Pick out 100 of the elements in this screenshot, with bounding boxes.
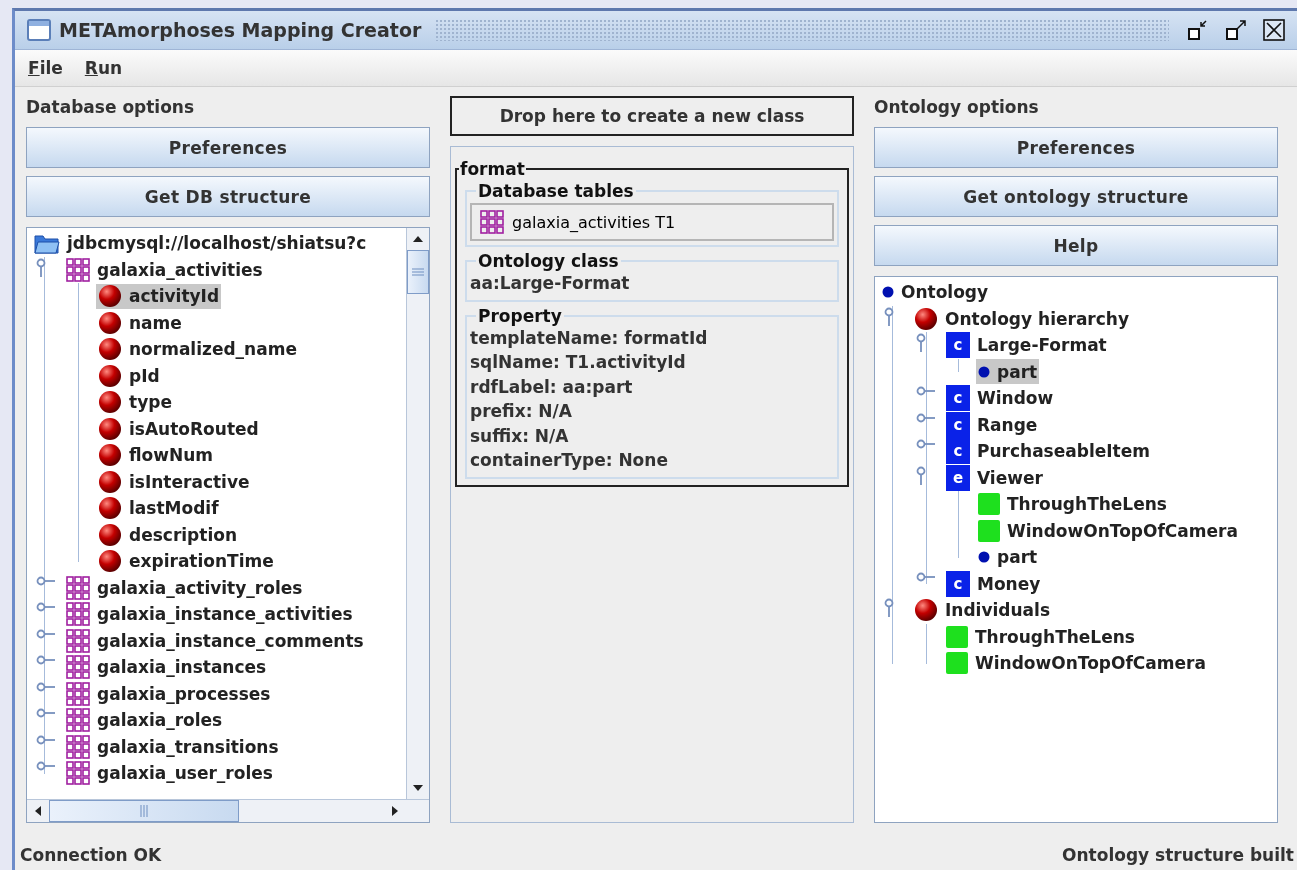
grip-icon (140, 805, 148, 817)
tree-item[interactable]: ThroughTheLens (976, 491, 1169, 517)
square-icon (978, 519, 1000, 542)
tree-item[interactable]: flowNum (96, 442, 216, 468)
ball-icon (98, 522, 122, 547)
tree-item[interactable]: Ontology hierarchy (912, 306, 1131, 332)
ball-icon (98, 443, 122, 468)
tree-item[interactable]: galaxia_user_roles (64, 760, 275, 786)
tree-item[interactable]: WindowOnTopOfCamera (944, 650, 1208, 676)
table-icon (66, 761, 90, 786)
tree-item[interactable]: e Viewer (944, 465, 1045, 491)
ball-icon (98, 363, 122, 388)
tree-item[interactable]: galaxia_instance_comments (64, 628, 366, 654)
property-line: suffix: N/A (470, 424, 570, 448)
panel-button[interactable]: Get ontology structure (874, 176, 1278, 217)
dot-icon (978, 365, 990, 378)
tree-item[interactable]: WindowOnTopOfCamera (976, 518, 1240, 544)
table-icon (66, 575, 90, 600)
tree-item[interactable]: description (96, 522, 239, 548)
ball-icon (98, 337, 122, 362)
tree-item[interactable]: part (976, 544, 1040, 570)
tree-item[interactable]: galaxia_roles (64, 707, 225, 733)
tree-item[interactable]: normalized_name (96, 336, 299, 362)
group-title: Property (477, 305, 563, 326)
tree-item[interactable]: c Window (944, 385, 1056, 411)
group-title: Database tables (477, 181, 635, 201)
tree-item[interactable]: jdbcmysql://localhost/shiatsu?c (32, 230, 369, 256)
table-icon (66, 655, 90, 680)
tree-item[interactable]: galaxia_instance_activities (64, 601, 355, 627)
tree-item[interactable]: Individuals (912, 597, 1053, 623)
panel-button[interactable]: Get DB structure (26, 176, 430, 217)
dot-icon (882, 286, 894, 299)
tree-item[interactable]: isInteractive (96, 469, 252, 495)
table-list-item[interactable]: galaxia_activities T1 (470, 203, 834, 241)
table-icon (66, 708, 90, 733)
group-title: Ontology class (477, 251, 620, 271)
tree-item[interactable]: expirationTime (96, 548, 276, 574)
tree-item[interactable]: galaxia_instances (64, 654, 269, 680)
status-text: Ontology structure built (1062, 845, 1294, 865)
panel-button[interactable]: Preferences (874, 127, 1278, 168)
table-icon (66, 681, 90, 706)
tree-item[interactable]: galaxia_transitions (64, 734, 281, 760)
ball-icon (914, 598, 938, 623)
tree-item[interactable]: galaxia_processes (64, 681, 273, 707)
table-icon (66, 734, 90, 759)
property-line: rdfLabel: aa:part (470, 375, 634, 399)
square-icon (946, 625, 968, 648)
menu-item[interactable]: Run (84, 58, 123, 78)
square-icon (978, 493, 1000, 516)
tree-item[interactable]: pId (96, 363, 162, 389)
table-icon (66, 628, 90, 653)
tree-item[interactable]: type (96, 389, 174, 415)
square-icon (946, 652, 968, 675)
ball-icon (98, 310, 122, 335)
window-icon (27, 19, 51, 41)
property-line: prefix: N/A (470, 400, 573, 423)
horizontal-scrollbar[interactable] (27, 799, 429, 822)
tree-item[interactable]: galaxia_activities (64, 257, 265, 283)
ball-icon (98, 549, 122, 574)
tree-item[interactable]: activityId (96, 283, 222, 309)
tree-item[interactable]: c Range (944, 412, 1040, 438)
tree-item[interactable]: c Large-Format (944, 332, 1109, 358)
group-title: format (459, 159, 526, 179)
ball-icon (98, 469, 122, 494)
drop-target[interactable]: Drop here to create a new class (450, 96, 854, 136)
ball-icon (98, 390, 122, 415)
class-badge: c (946, 332, 970, 359)
class-badge: e (946, 464, 970, 491)
property-line: containerType: None (470, 449, 669, 472)
panel-button[interactable]: Help (874, 225, 1278, 266)
ball-icon (98, 496, 122, 521)
section-heading: Database options (26, 96, 196, 119)
menu-item[interactable]: File (28, 58, 63, 78)
tree-item[interactable]: part (976, 359, 1040, 385)
vertical-scrollbar[interactable] (406, 228, 429, 799)
class-badge: c (946, 570, 970, 597)
tree-item[interactable]: isAutoRouted (96, 416, 261, 442)
class-badge: c (946, 385, 970, 412)
tree-item[interactable]: c PurchaseableItem (944, 438, 1152, 464)
property-line: templateName: formatId (470, 326, 709, 350)
tree-item[interactable]: galaxia_activity_roles (64, 575, 305, 601)
ball-icon (914, 306, 938, 331)
property-line: sqlName: T1.activityId (470, 351, 687, 374)
tree-item[interactable]: c Money (944, 571, 1043, 597)
class-value: aa:Large-Format (470, 272, 631, 295)
dot-icon (978, 551, 990, 564)
class-badge: c (946, 438, 970, 465)
section-heading: Ontology options (874, 96, 1040, 119)
panel-button[interactable]: Preferences (26, 127, 430, 168)
tree-item[interactable]: Ontology (880, 279, 991, 305)
table-icon (66, 257, 90, 282)
window-title: METAmorphoses Mapping Creator (59, 19, 422, 41)
tree-item[interactable]: ThroughTheLens (944, 624, 1137, 650)
tree-item[interactable]: name (96, 310, 184, 336)
tree-item[interactable]: lastModif (96, 495, 221, 521)
ball-icon (98, 284, 122, 309)
status-text: Connection OK (20, 845, 162, 865)
class-badge: c (946, 411, 970, 438)
ball-icon (98, 416, 122, 441)
grip-icon (412, 268, 424, 276)
